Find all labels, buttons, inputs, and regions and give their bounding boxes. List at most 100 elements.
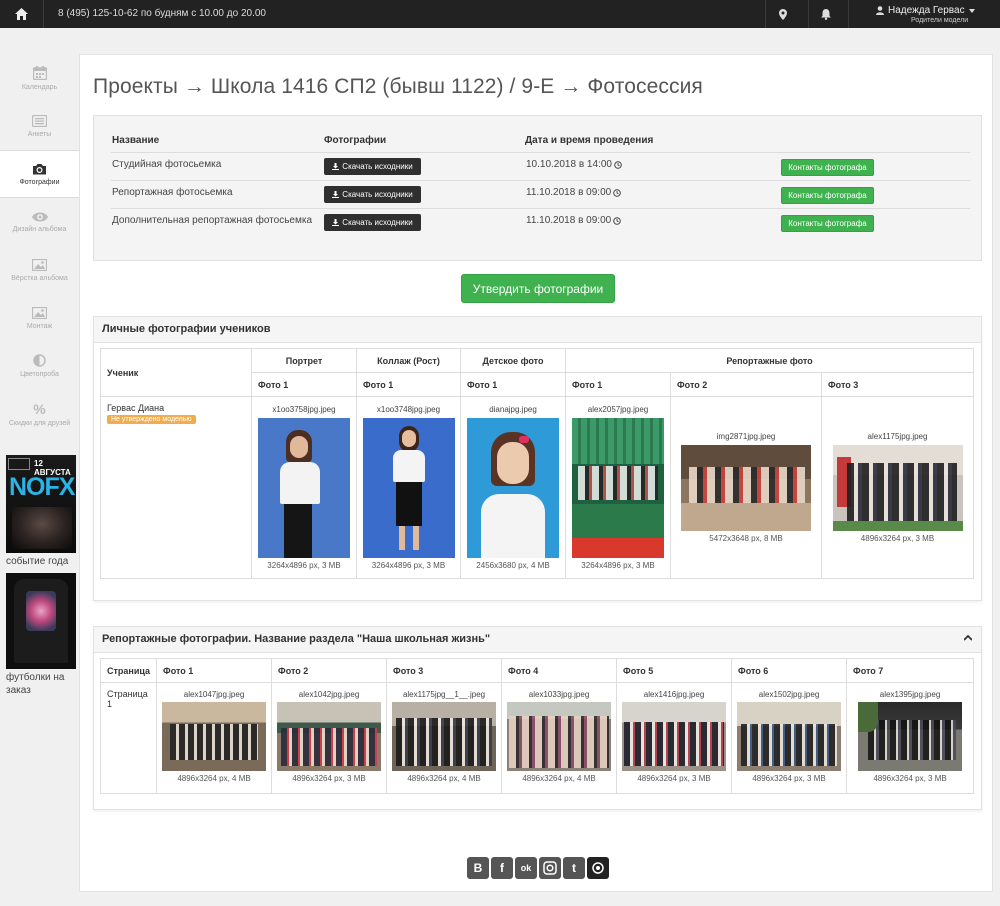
photo-cell[interactable]: x1oo3758jpg.jpeg 3264x4896 px, 3 MB: [251, 396, 357, 579]
twitter-icon[interactable]: t: [563, 857, 585, 879]
photo-thumbnail[interactable]: [362, 418, 455, 558]
user-icon: [876, 6, 884, 15]
list-icon: [32, 114, 47, 127]
photo-cell[interactable]: alex1175jpg.jpeg 4896x3264 px, 3 MB: [821, 396, 974, 579]
contact-photographer-button[interactable]: Контакты фотографа: [781, 215, 874, 232]
panel-title: Репортажные фотографии. Название раздела…: [94, 627, 981, 653]
sidebar-item-photos[interactable]: Фотографии: [0, 150, 79, 198]
panel-title-text: Репортажные фотографии. Название раздела…: [102, 633, 491, 645]
file-name: alex1042jpg.jpeg: [298, 690, 360, 699]
picture-icon: [32, 258, 47, 271]
poster-title: NOFX: [9, 473, 75, 501]
photo-cell[interactable]: alex1502jpg.jpeg 4896x3264 px, 3 MB: [731, 682, 848, 794]
photo-thumbnail[interactable]: [832, 445, 963, 531]
sidebar-item-label: Монтаж: [26, 322, 53, 330]
file-name: alex1047jpg.jpeg: [183, 690, 245, 699]
promo-concert[interactable]: 12 АВГУСТА NOFX событие года: [6, 455, 76, 568]
sidebar-item-montage[interactable]: Монтаж: [0, 294, 79, 342]
header-name: Название: [112, 135, 160, 146]
reportage-photos-table: Страница Фото 1 Фото 2 Фото 3 Фото 4 Фот…: [99, 658, 974, 794]
user-name: Надежда Гервас: [888, 5, 965, 16]
home-button[interactable]: [0, 0, 44, 28]
social-links: В f ok t: [467, 857, 609, 879]
file-size: 4896x3264 px, 4 MB: [522, 774, 596, 783]
photo-cell[interactable]: alex1047jpg.jpeg 4896x3264 px, 4 MB: [156, 682, 273, 794]
notifications-button[interactable]: [808, 0, 842, 28]
photo-thumbnail[interactable]: [681, 445, 811, 531]
photo-thumbnail[interactable]: [737, 702, 842, 771]
session-name: Репортажная фотосьемка: [112, 187, 233, 198]
download-button[interactable]: Скачать исходники: [324, 186, 421, 203]
photo-cell[interactable]: alex1175jpg__1__.jpeg 4896x3264 px, 4 MB: [386, 682, 503, 794]
subcol: Фото 1: [565, 372, 671, 397]
location-button[interactable]: [765, 0, 799, 28]
photo-cell[interactable]: alex1416jpg.jpeg 4896x3264 px, 3 MB: [616, 682, 733, 794]
photo-cell[interactable]: img2871jpg.jpeg 5472x3648 px, 8 MB: [670, 396, 822, 579]
photo-cell[interactable]: x1oo3748jpg.jpeg 3264x4896 px, 3 MB: [356, 396, 461, 579]
photo-service-icon[interactable]: [587, 857, 609, 879]
subcol: Фото 1: [356, 372, 461, 397]
percent-icon: %: [33, 400, 46, 417]
download-button[interactable]: Скачать исходники: [324, 158, 421, 175]
chevron-up-icon[interactable]: [964, 635, 972, 641]
sidebar: Календарь Анкеты Фотографии Дизайн альбо…: [0, 54, 79, 438]
status-badge: Не утверждено моделью: [107, 415, 196, 424]
photo-thumbnail[interactable]: [467, 418, 559, 558]
group-collage: Коллаж (Рост): [356, 348, 461, 373]
file-name: alex1033jpg.jpeg: [528, 690, 590, 699]
facebook-icon[interactable]: f: [491, 857, 513, 879]
bell-icon: [820, 8, 831, 20]
header-photos: Фотографии: [324, 135, 387, 146]
home-icon: [15, 8, 28, 20]
session-date-text: 11.10.2018 в 09:00: [526, 215, 612, 226]
user-menu[interactable]: Надежда Гервас Родители модели: [848, 0, 1000, 28]
photo-cell[interactable]: alex1033jpg.jpeg 4896x3264 px, 4 MB: [501, 682, 618, 794]
col-header: Фото 4: [501, 658, 618, 683]
sidebar-item-label: Фотографии: [19, 178, 60, 186]
promo-tshirts[interactable]: футболки на заказ: [6, 573, 76, 697]
promo-caption: событие года: [6, 556, 69, 567]
photo-cell[interactable]: alex1042jpg.jpeg 4896x3264 px, 3 MB: [271, 682, 388, 794]
sidebar-item-forms[interactable]: Анкеты: [0, 102, 79, 150]
sidebar-item-album-layout[interactable]: Вёрстка альбома: [0, 246, 79, 294]
photo-thumbnail[interactable]: [162, 702, 267, 771]
vk-icon[interactable]: В: [467, 857, 489, 879]
instagram-icon[interactable]: [539, 857, 561, 879]
sidebar-item-label: Скидки для друзей: [8, 419, 71, 427]
download-button[interactable]: Скачать исходники: [324, 214, 421, 231]
photo-cell[interactable]: alex1395jpg.jpeg 4896x3264 px, 3 MB: [846, 682, 974, 794]
main-panel: Проекты → Школа 1416 СП2 (бывш 1122) / 9…: [79, 54, 993, 892]
photo-thumbnail[interactable]: [622, 702, 727, 771]
sidebar-item-calendar[interactable]: Календарь: [0, 54, 79, 102]
personal-photos-table: Ученик Портрет Коллаж (Рост) Детское фот…: [100, 348, 974, 579]
student-cell: Гервас Диана Не утверждено моделью: [100, 396, 252, 579]
file-name: dianajpg.jpeg: [489, 405, 537, 414]
photo-thumbnail[interactable]: [507, 702, 612, 771]
header-student: Ученик: [100, 348, 252, 397]
file-name: alex1502jpg.jpeg: [758, 690, 820, 699]
photo-thumbnail[interactable]: [572, 418, 664, 558]
sidebar-item-album-design[interactable]: Дизайн альбома: [0, 198, 79, 246]
col-header: Фото 6: [731, 658, 848, 683]
file-name: alex1175jpg.jpeg: [867, 432, 928, 441]
photo-cell[interactable]: dianajpg.jpeg 2456x3680 px, 4 MB: [460, 396, 566, 579]
caret-down-icon: [968, 8, 975, 13]
sidebar-item-color-proof[interactable]: Цветопроба: [0, 342, 79, 390]
sidebar-item-discounts[interactable]: % Скидки для друзей: [0, 390, 79, 438]
sidebar-item-label: Цветопроба: [20, 371, 59, 378]
session-name: Студийная фотосьемка: [112, 159, 222, 170]
col-header: Фото 3: [386, 658, 503, 683]
photo-cell[interactable]: alex2057jpg.jpeg 3264x4896 px, 3 MB: [565, 396, 671, 579]
contact-photographer-button[interactable]: Контакты фотографа: [781, 159, 874, 176]
picture-icon: [32, 306, 47, 319]
download-icon: [332, 191, 340, 198]
photo-thumbnail[interactable]: [858, 702, 963, 771]
photo-thumbnail[interactable]: [277, 702, 382, 771]
photo-thumbnail[interactable]: [392, 702, 497, 771]
file-name: alex1175jpg__1__.jpeg: [402, 690, 486, 699]
contact-photographer-button[interactable]: Контакты фотографа: [781, 187, 874, 204]
odnoklassniki-icon[interactable]: ok: [515, 857, 537, 879]
photo-thumbnail[interactable]: [258, 418, 350, 558]
file-size: 4896x3264 px, 3 MB: [637, 774, 711, 783]
approve-photos-button[interactable]: Утвердить фотографии: [461, 274, 615, 303]
